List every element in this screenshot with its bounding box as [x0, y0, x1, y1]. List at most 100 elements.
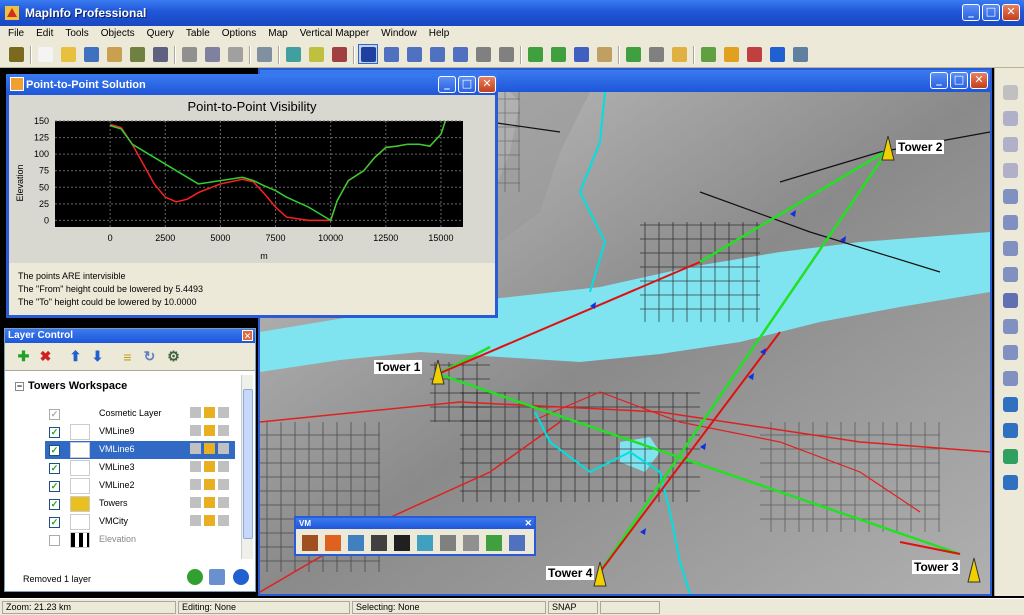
menu-objects[interactable]: Objects [95, 26, 141, 42]
remove-layer-icon[interactable]: ✖ [37, 348, 54, 365]
layer-visibility-checkbox[interactable]: ✓ [49, 516, 60, 528]
open-icon[interactable] [58, 44, 78, 64]
editable-icon[interactable] [190, 515, 201, 526]
text-style-icon[interactable] [1000, 472, 1020, 492]
editable-icon[interactable] [190, 461, 201, 472]
layer-scrollbar[interactable] [241, 375, 253, 559]
symbol-style-icon[interactable] [1000, 394, 1020, 414]
add-layer-icon[interactable]: ✚ [15, 348, 32, 365]
unselect-icon[interactable] [473, 44, 493, 64]
p2p-minimize-button[interactable]: _ [438, 76, 456, 93]
help-icon[interactable] [233, 569, 249, 585]
menu-vertical-mapper[interactable]: Vertical Mapper [294, 26, 375, 42]
layer-row[interactable]: ✓ Cosmetic Layer [45, 405, 235, 423]
ellipse-tool-icon[interactable] [1000, 212, 1020, 232]
invert-select-icon[interactable] [496, 44, 516, 64]
grabber-icon[interactable] [594, 44, 614, 64]
vm-profile-icon[interactable] [392, 533, 412, 553]
map-maximize-button[interactable]: □ [950, 72, 968, 89]
add-node-icon[interactable] [1000, 368, 1020, 388]
apply-icon[interactable] [187, 569, 203, 585]
map-minimize-button[interactable]: _ [930, 72, 948, 89]
menu-help[interactable]: Help [423, 26, 456, 42]
polygon-tool-icon[interactable] [1000, 186, 1020, 206]
layer-row[interactable]: ✓ VMLine6 [45, 441, 235, 459]
refresh-layers-icon[interactable]: ↻ [141, 348, 158, 365]
marquee-select-icon[interactable] [381, 44, 401, 64]
line-style-icon[interactable] [1000, 420, 1020, 440]
label-icon[interactable] [669, 44, 689, 64]
editable-icon[interactable] [190, 425, 201, 436]
selectable-icon[interactable] [204, 461, 215, 472]
move-layer-up-icon[interactable]: ⬆ [67, 348, 84, 365]
symbol-tool-icon[interactable] [1000, 82, 1020, 102]
p2p-maximize-button[interactable]: □ [458, 76, 476, 93]
polyline-tool-icon[interactable] [1000, 134, 1020, 154]
maximize-button[interactable]: □ [982, 4, 1000, 21]
layer-row[interactable]: ✓ VMLine3 [45, 459, 235, 477]
vm-info-alt-icon[interactable] [369, 533, 389, 553]
save-icon[interactable] [81, 44, 101, 64]
legend-icon[interactable] [744, 44, 764, 64]
vm-grid-color-icon[interactable] [323, 533, 343, 553]
open-workspace-icon[interactable] [104, 44, 124, 64]
menu-table[interactable]: Table [180, 26, 216, 42]
select-arrow-icon[interactable] [358, 44, 378, 64]
layer-row[interactable]: ✓ VMLine2 [45, 477, 235, 495]
layer-row[interactable]: ✓ VMLine9 [45, 423, 235, 441]
polygon-select-icon[interactable] [427, 44, 447, 64]
print-icon[interactable] [150, 44, 170, 64]
info-icon[interactable] [623, 44, 643, 64]
menu-window[interactable]: Window [375, 26, 423, 42]
help-pointer-icon[interactable] [790, 44, 810, 64]
labels-icon[interactable] [218, 515, 229, 526]
labels-icon[interactable] [218, 425, 229, 436]
labels-icon[interactable] [218, 461, 229, 472]
layer-visibility-checkbox[interactable]: ✓ [49, 408, 60, 420]
vm-viewshed-icon[interactable] [415, 533, 435, 553]
editable-icon[interactable] [190, 497, 201, 508]
vm-surface-icon[interactable] [484, 533, 504, 553]
close-button[interactable]: ✕ [1002, 4, 1020, 21]
vm-info-icon[interactable] [346, 533, 366, 553]
line-tool-icon[interactable] [1000, 108, 1020, 128]
editable-icon[interactable] [190, 407, 201, 418]
zoom-out-icon[interactable] [548, 44, 568, 64]
new-browser-icon[interactable] [283, 44, 303, 64]
layer-visibility-checkbox[interactable]: ✓ [49, 444, 60, 456]
layer-row[interactable]: ✓ VMCity [45, 513, 235, 531]
boundary-select-icon[interactable] [450, 44, 470, 64]
labels-icon[interactable] [218, 479, 229, 490]
new-icon[interactable] [35, 44, 55, 64]
layer-options-icon[interactable] [209, 569, 225, 585]
rectangle-tool-icon[interactable] [1000, 238, 1020, 258]
menu-file[interactable]: File [2, 26, 30, 42]
minimize-button[interactable]: _ [962, 4, 980, 21]
editable-icon[interactable] [190, 443, 201, 454]
new-grapher-icon[interactable] [329, 44, 349, 64]
labels-icon[interactable] [218, 443, 229, 454]
drag-window-icon[interactable] [698, 44, 718, 64]
selectable-icon[interactable] [204, 407, 215, 418]
labels-icon[interactable] [218, 407, 229, 418]
menu-map[interactable]: Map [262, 26, 293, 42]
frame-tool-icon[interactable] [1000, 316, 1020, 336]
layer-row[interactable]: ✓ Towers [45, 495, 235, 513]
copy-icon[interactable] [202, 44, 222, 64]
menu-tools[interactable]: Tools [59, 26, 94, 42]
vm-line-of-sight-icon[interactable] [438, 533, 458, 553]
workspace-node[interactable]: − Towers Workspace [15, 380, 127, 392]
labels-icon[interactable] [218, 497, 229, 508]
save-workspace-icon[interactable] [127, 44, 147, 64]
vm-select-icon[interactable] [507, 533, 527, 553]
change-view-icon[interactable] [571, 44, 591, 64]
rounded-rect-tool-icon[interactable] [1000, 264, 1020, 284]
cut-icon[interactable] [179, 44, 199, 64]
selectable-icon[interactable] [204, 515, 215, 526]
layer-control-icon[interactable] [721, 44, 741, 64]
menu-edit[interactable]: Edit [30, 26, 59, 42]
layer-row[interactable]: Elevation [45, 531, 235, 549]
ruler-icon[interactable] [646, 44, 666, 64]
arc-tool-icon[interactable] [1000, 160, 1020, 180]
menu-options[interactable]: Options [216, 26, 262, 42]
